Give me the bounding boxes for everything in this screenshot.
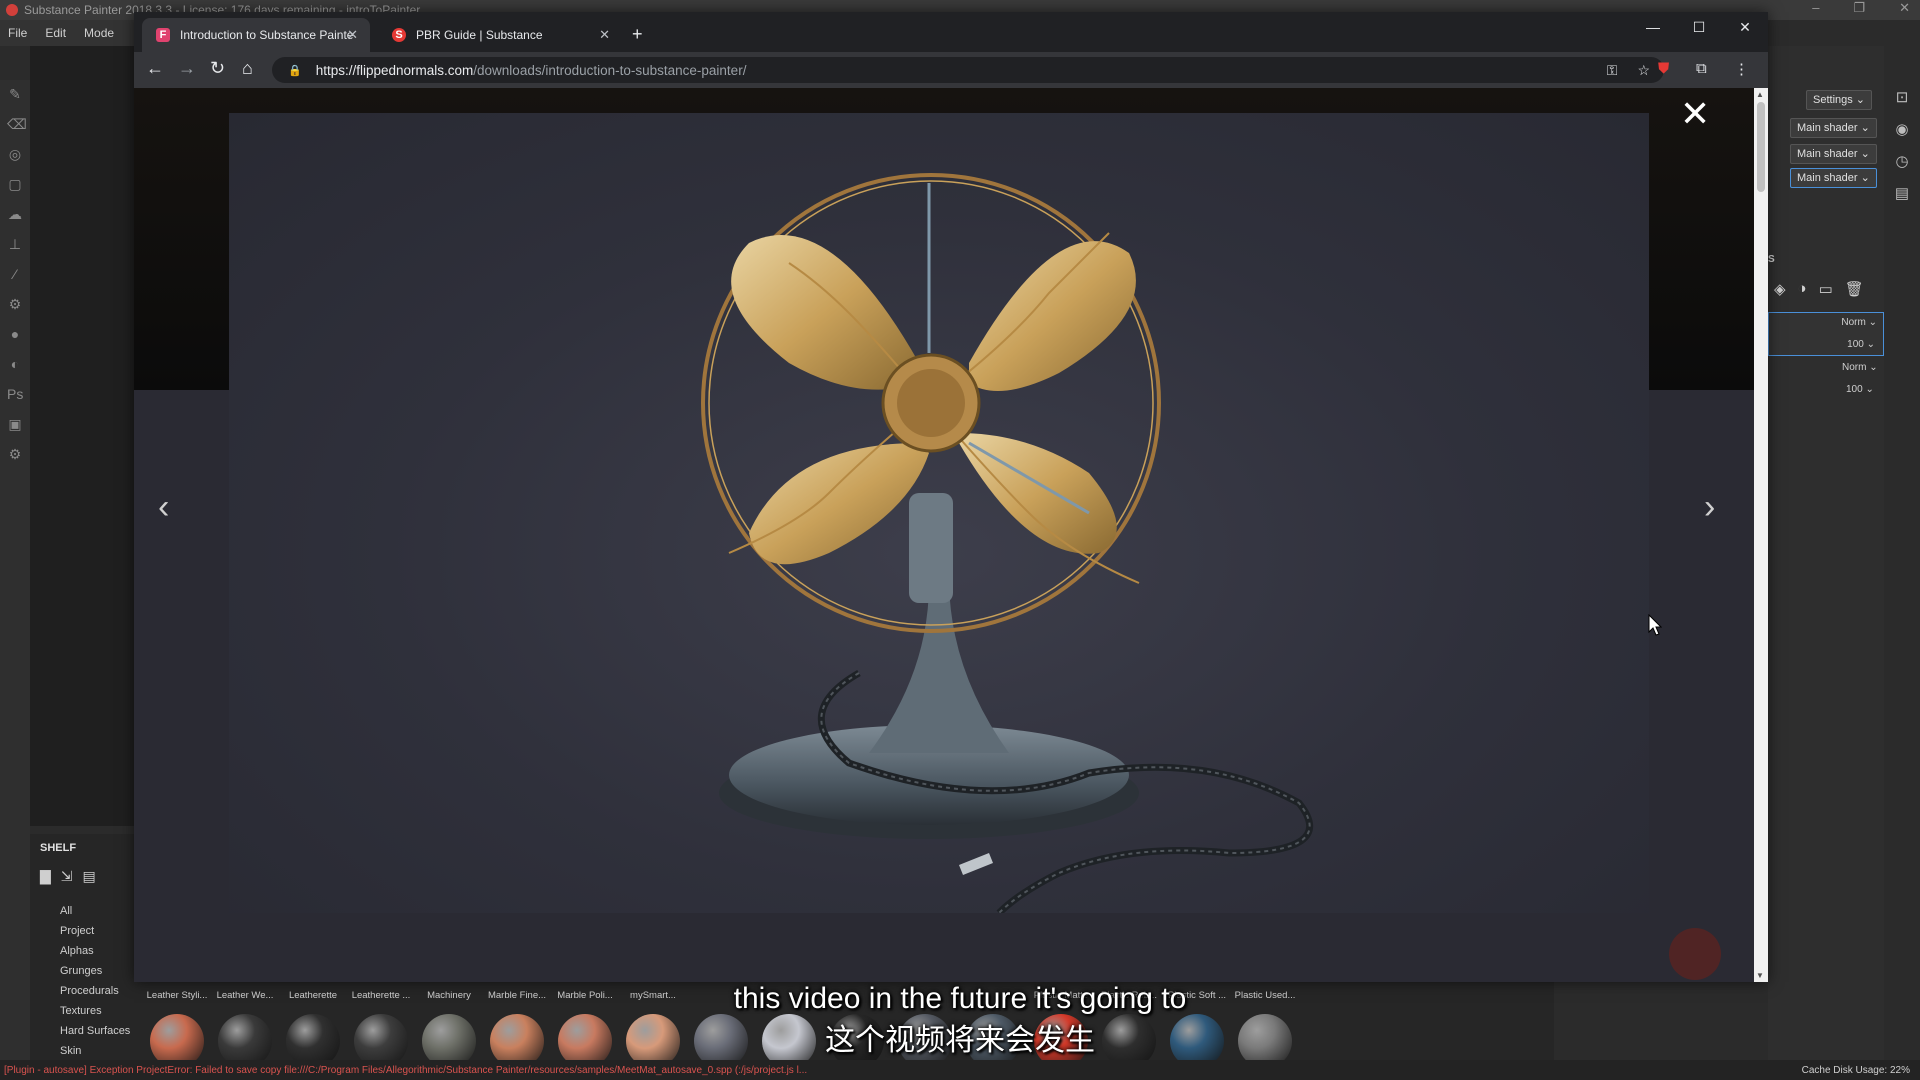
- menu-file[interactable]: File: [8, 26, 27, 40]
- status-error-message: [Plugin - autosave] Exception ProjectErr…: [4, 1064, 808, 1076]
- scrollbar-thumb[interactable]: [1757, 102, 1765, 192]
- display-icon[interactable]: ◐: [7, 356, 23, 372]
- lightbox-image[interactable]: [229, 113, 1649, 913]
- url-path: /downloads/introduction-to-substance-pai…: [473, 62, 747, 78]
- substance-favicon-icon: S: [392, 28, 406, 42]
- new-tab-button[interactable]: +: [632, 24, 643, 45]
- layer-opacity[interactable]: 100 ⌄: [1847, 339, 1875, 350]
- menu-mode[interactable]: Mode: [84, 26, 114, 40]
- extension-shield-icon[interactable]: ⛊: [1658, 60, 1669, 77]
- browser-maximize-button[interactable]: ☐: [1676, 12, 1722, 44]
- tool-sidebar: ✎ ⌫ ◎ ▢ ☁ ⊥ ⁄ ⚙ ● ◐ Ps ▣ ⚙: [0, 80, 30, 1060]
- web-page: ‹ › ✕: [134, 88, 1754, 982]
- export-icon[interactable]: ▣: [7, 416, 23, 432]
- settings-gear-icon[interactable]: ⚙: [7, 296, 23, 312]
- viewport[interactable]: [30, 46, 134, 826]
- layer-row-selected[interactable]: Norm ⌄ 100 ⌄: [1768, 312, 1884, 356]
- shelf-category-project[interactable]: Project: [60, 921, 134, 941]
- import-icon[interactable]: ⇲: [61, 868, 73, 885]
- clone-stamp-icon[interactable]: ⊥: [7, 236, 23, 252]
- right-icon-bar: ⊡ ◉ ◷ ▤: [1884, 46, 1920, 1066]
- forward-arrow-icon[interactable]: →: [178, 58, 196, 79]
- app-restore-button[interactable]: ❐: [1853, 0, 1865, 16]
- tab-introduction-to-substance-painter[interactable]: F Introduction to Substance Painte ✕: [142, 18, 370, 52]
- app-minimize-button[interactable]: –: [1812, 0, 1819, 16]
- shelf-toolbar: ▇ ⇲ ▤: [30, 854, 134, 885]
- shader-dropdown-3[interactable]: Main shader ⌄: [1790, 168, 1877, 188]
- polygon-fill-icon[interactable]: ▢: [7, 176, 23, 192]
- layer-opacity-2[interactable]: 100 ⌄: [1846, 384, 1874, 395]
- address-bar[interactable]: 🔒 https://flippednormals.com/downloads/i…: [272, 57, 1664, 83]
- tab-title: PBR Guide | Substance: [416, 28, 543, 42]
- subtitle-line-english: this video in the future it's going to: [733, 982, 1187, 1015]
- color-picker-icon[interactable]: ⁄: [7, 266, 23, 282]
- delete-icon[interactable]: 🗑: [1845, 280, 1864, 298]
- extension-icon[interactable]: ⧉: [1696, 60, 1707, 77]
- tab-title: Introduction to Substance Painte: [180, 28, 354, 42]
- lightbox-prev-arrow-icon[interactable]: ‹: [158, 488, 169, 527]
- fill-layer-icon[interactable]: ◈: [1774, 280, 1786, 298]
- page-scrollbar[interactable]: ▲ ▼: [1754, 88, 1768, 982]
- tab-close-icon[interactable]: ✕: [599, 27, 610, 43]
- video-subtitles: this video in the future it's going to 这…: [0, 978, 1920, 1062]
- lightbox-close-icon[interactable]: ✕: [1680, 96, 1710, 132]
- electric-fan-render: [701, 173, 1313, 913]
- subtitle-line-chinese: 这个视频将来会发生: [825, 1024, 1095, 1057]
- browser-window: F Introduction to Substance Painte ✕ S P…: [134, 12, 1768, 982]
- settings-dropdown[interactable]: Settings ⌄: [1806, 90, 1873, 110]
- key-icon[interactable]: ⚿: [1607, 62, 1618, 79]
- browser-minimize-button[interactable]: —: [1630, 12, 1676, 44]
- flippednormals-favicon-icon: F: [156, 28, 170, 42]
- browser-close-button[interactable]: ✕: [1722, 12, 1768, 44]
- lock-icon[interactable]: 🔒: [288, 64, 302, 77]
- scroll-up-icon[interactable]: ▲: [1756, 90, 1764, 99]
- tab-pbr-guide[interactable]: S PBR Guide | Substance ✕: [378, 18, 622, 52]
- url-host: https://flippednormals.com: [315, 62, 474, 78]
- shelf-category-all[interactable]: All: [60, 901, 134, 921]
- layer-toolbar: ◈ ◑ ▭ 🗑: [1774, 280, 1864, 298]
- eraser-icon[interactable]: ⌫: [7, 116, 27, 132]
- kebab-menu-icon[interactable]: ⋮: [1734, 60, 1749, 78]
- bake-icon[interactable]: ●: [7, 326, 23, 342]
- browser-toolbar: ← → ↻ ⌂ 🔒 https://flippednormals.com/dow…: [134, 52, 1768, 88]
- shader-dropdown-2[interactable]: Main shader ⌄: [1790, 144, 1877, 164]
- tab-close-icon[interactable]: ✕: [347, 27, 358, 43]
- app-window-controls: – ❐ ✕: [1812, 0, 1910, 16]
- paint-brush-icon[interactable]: ✎: [7, 86, 23, 102]
- app-logo-icon: [6, 4, 18, 16]
- menu-edit[interactable]: Edit: [45, 26, 66, 40]
- home-icon[interactable]: ⌂: [242, 58, 253, 79]
- log-icon[interactable]: ▤: [1895, 184, 1909, 202]
- list-icon[interactable]: ▤: [83, 868, 96, 885]
- lightbox-next-arrow-icon[interactable]: ›: [1704, 488, 1715, 527]
- projection-icon[interactable]: ◎: [7, 146, 23, 162]
- browser-tabstrip: F Introduction to Substance Painte ✕ S P…: [134, 12, 1768, 52]
- mouse-cursor-icon: [1648, 614, 1662, 636]
- mask-icon[interactable]: ◑: [1798, 280, 1807, 298]
- layer-blend-mode-2[interactable]: Norm ⌄: [1842, 362, 1878, 373]
- shelf-title: SHELF: [40, 842, 77, 854]
- bookmark-star-icon[interactable]: ☆: [1637, 62, 1650, 79]
- smudge-icon[interactable]: ☁: [7, 206, 23, 222]
- app-menubar: File Edit Mode: [0, 20, 140, 46]
- texture-set-panel: Settings ⌄ Main shader ⌄ Main shader ⌄ M…: [1768, 46, 1884, 1066]
- reload-icon[interactable]: ↻: [210, 58, 225, 79]
- layers-section-title: S: [1768, 254, 1775, 265]
- back-arrow-icon[interactable]: ←: [146, 58, 164, 79]
- status-bar: [Plugin - autosave] Exception ProjectErr…: [0, 1060, 1920, 1080]
- cache-disk-usage: Cache Disk Usage: 22%: [1801, 1064, 1910, 1076]
- shelf-category-alphas[interactable]: Alphas: [60, 941, 134, 961]
- plugin-icon[interactable]: ⚙: [7, 446, 23, 462]
- chat-widget-icon[interactable]: [1669, 928, 1721, 980]
- viewer-settings-icon[interactable]: ⊡: [1896, 88, 1909, 106]
- shader-dropdown-1[interactable]: Main shader ⌄: [1790, 118, 1877, 138]
- app-close-button[interactable]: ✕: [1899, 0, 1910, 16]
- folder-icon[interactable]: ▇: [40, 868, 51, 885]
- browser-window-controls: — ☐ ✕: [1630, 12, 1768, 44]
- environment-icon[interactable]: ◉: [1895, 120, 1908, 138]
- photoshop-export-icon[interactable]: Ps: [7, 386, 23, 402]
- history-icon[interactable]: ◷: [1895, 152, 1908, 170]
- add-folder-icon[interactable]: ▭: [1819, 280, 1833, 298]
- layer-blend-mode[interactable]: Norm ⌄: [1841, 317, 1877, 328]
